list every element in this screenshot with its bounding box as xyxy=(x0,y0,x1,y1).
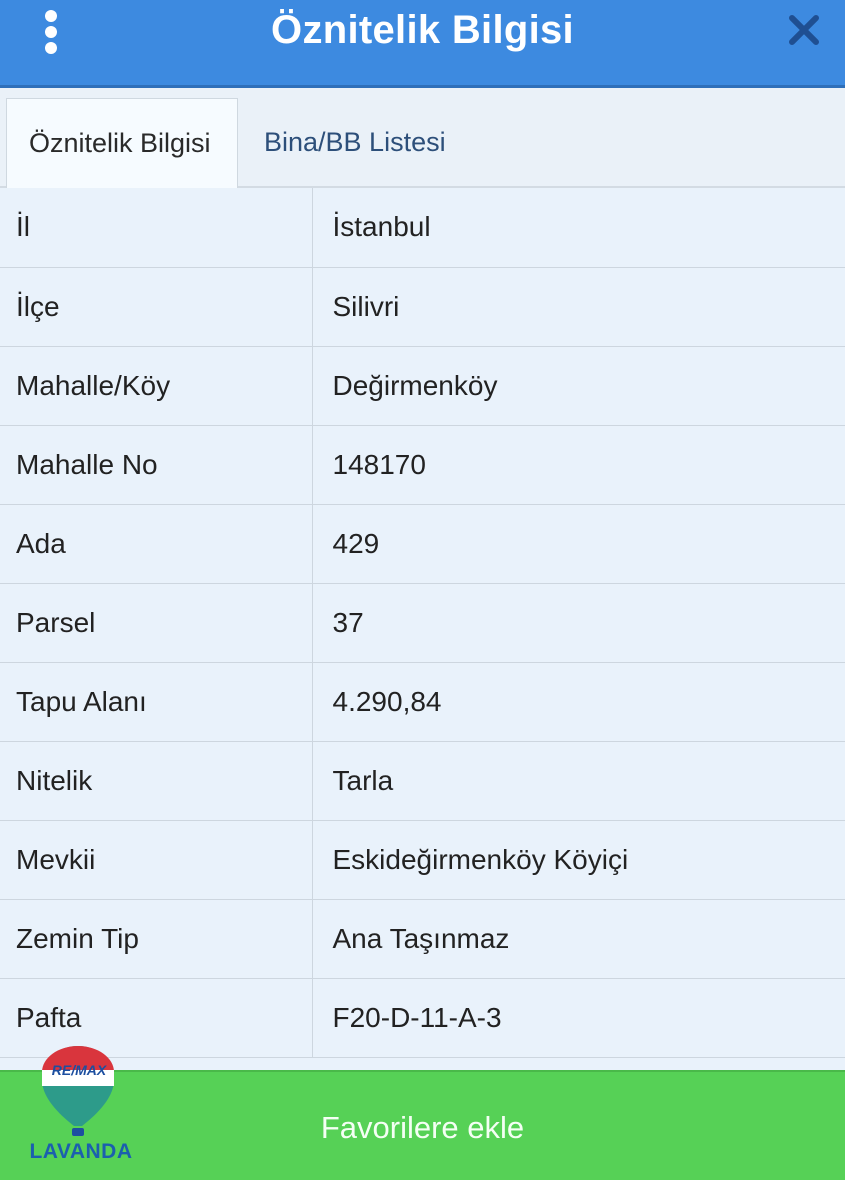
attribute-value: Silivri xyxy=(312,267,845,347)
attribute-key: İlçe xyxy=(0,267,313,347)
attribute-key: Mevkii xyxy=(0,820,313,900)
attribute-key: Mahalle No xyxy=(0,425,313,505)
table-row: Mahalle No 148170 xyxy=(0,425,845,505)
balloon-icon xyxy=(42,1046,114,1136)
attribute-value: Değirmenköy xyxy=(312,346,845,426)
attribute-key: İl xyxy=(0,188,313,268)
table-row: İl İstanbul xyxy=(0,188,845,268)
table-row: Zemin Tip Ana Taşınmaz xyxy=(0,899,845,979)
table-row: Nitelik Tarla xyxy=(0,741,845,821)
page-title: Öznitelik Bilgisi xyxy=(271,8,574,52)
title-bar: Öznitelik Bilgisi xyxy=(0,0,845,88)
attribute-value: İstanbul xyxy=(312,188,845,268)
logo-brand: RE/MAX xyxy=(51,1062,107,1078)
attribute-key: Ada xyxy=(0,504,313,584)
attribute-table: İl İstanbul İlçe Silivri Mahalle/Köy Değirm… xyxy=(0,188,845,1058)
table-row: Tapu Alanı 4.290,84 xyxy=(0,662,845,742)
attribute-key: Nitelik xyxy=(0,741,313,821)
tab-oznitelik-bilgisi[interactable]: Öznitelik Bilgisi xyxy=(6,98,238,188)
attribute-value: 429 xyxy=(312,504,845,584)
attribute-key: Tapu Alanı xyxy=(0,662,313,742)
attribute-key: Zemin Tip xyxy=(0,899,313,979)
tab-bar: Öznitelik Bilgisi Bina/BB Listesi xyxy=(0,88,845,188)
attribute-value: Ana Taşınmaz xyxy=(312,899,845,979)
attribute-value: 148170 xyxy=(312,425,845,505)
attribute-value: F20-D-11-A-3 xyxy=(312,978,845,1058)
attribute-key: Mahalle/Köy xyxy=(0,346,313,426)
remax-lavanda-logo: RE/MAX LAVANDA xyxy=(26,1040,136,1170)
attribute-value: Tarla xyxy=(312,741,845,821)
table-row: İlçe Silivri xyxy=(0,267,845,347)
table-row: Mevkii Eskideğirmenköy Köyiçi xyxy=(0,820,845,900)
attribute-value: Eskideğirmenköy Köyiçi xyxy=(312,820,845,900)
attribute-value: 4.290,84 xyxy=(312,662,845,742)
logo-name: LAVANDA xyxy=(29,1140,133,1163)
tab-bina-bb-listesi[interactable]: Bina/BB Listesi xyxy=(242,98,468,188)
table-row: Mahalle/Köy Değirmenköy xyxy=(0,346,845,426)
close-icon[interactable] xyxy=(786,12,822,48)
table-row: Ada 429 xyxy=(0,504,845,584)
attribute-key: Parsel xyxy=(0,583,313,663)
attribute-value: 37 xyxy=(312,583,845,663)
table-row: Parsel 37 xyxy=(0,583,845,663)
